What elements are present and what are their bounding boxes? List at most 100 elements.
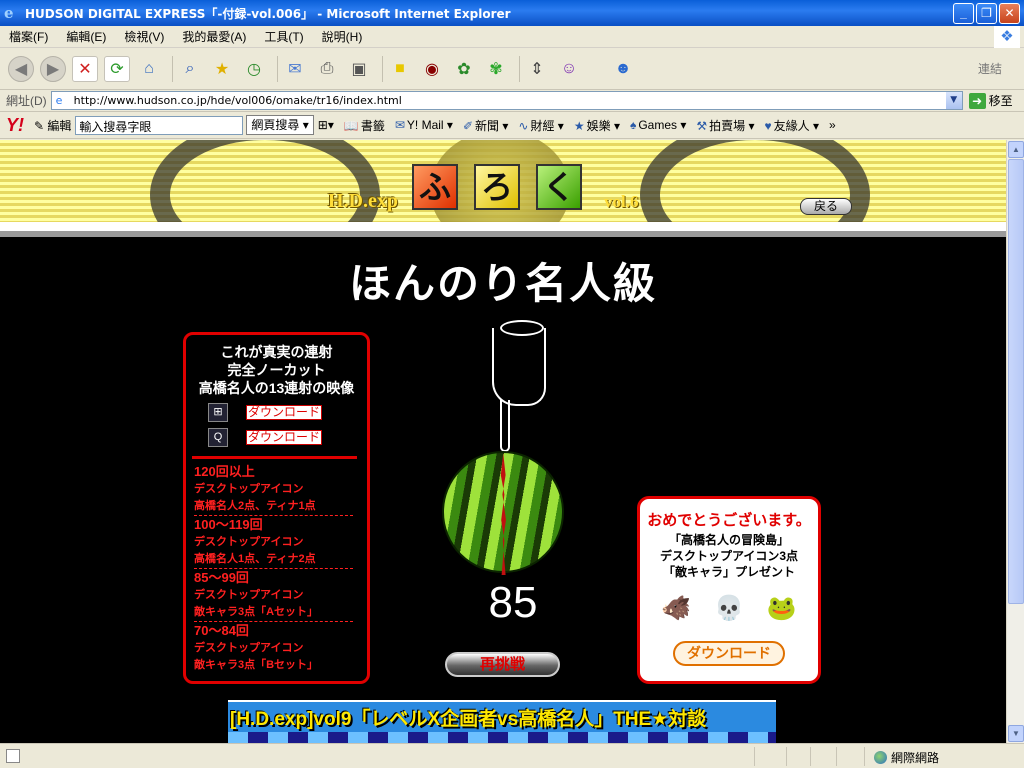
interview-banner[interactable]: [H.D.exp]vol9「レベルX企画者vs高橋名人」THE★対談 [228, 700, 776, 743]
bookmark-icon: 📖 [343, 118, 359, 133]
address-label: 網址(D) [6, 94, 47, 108]
toolbar-separator [172, 55, 173, 82]
yahoo-item-auction[interactable]: ⚒ 拍賣場 ▾ [696, 117, 754, 134]
yahoo-search-input[interactable]: 輸入搜尋字眼 [75, 115, 244, 135]
star-icon: ★ [573, 118, 585, 133]
yahoo-item-entertainment[interactable]: ★ 娛樂 ▾ [574, 117, 620, 134]
tier-detail: 敵キャラ3点「Aセット」 [194, 604, 353, 622]
yahoo-edit-label: 編輯 [47, 118, 72, 133]
mail-icon[interactable]: ✉ [282, 56, 308, 82]
enemy-icons: 🐗 💀 🐸 [650, 594, 808, 623]
close-button[interactable]: ✕ [999, 2, 1020, 24]
furoku-cube-1: ふ [412, 164, 458, 210]
gavel-icon: ⚒ [696, 118, 708, 133]
game-icon[interactable]: ◉ [419, 56, 445, 82]
toolbar-separator [519, 55, 520, 82]
yahoo-highlight-button[interactable]: ⊞▾ [318, 118, 334, 132]
menu-favorites[interactable]: 我的最愛(A) [173, 28, 255, 45]
yahoo-messenger-icon[interactable]: ☺ [556, 56, 582, 82]
download-windows-button[interactable]: ダウンロード [246, 405, 322, 420]
yahoo-item-news[interactable]: ✐ 新聞 ▾ [463, 117, 508, 134]
yahoo-item-label: Y! Mail [406, 118, 444, 132]
status-segment [836, 747, 837, 766]
edit-icon[interactable]: ▣ [346, 56, 372, 82]
yahoo-item-label: 娛樂 [586, 118, 611, 133]
address-bar: 網址(D) e http://www.hudson.co.jp/hde/vol0… [0, 90, 1024, 112]
banner-stripe [228, 732, 776, 743]
tier-detail: 敵キャラ3点「Bセット」 [194, 659, 319, 671]
scroll-thumb[interactable] [1008, 159, 1024, 604]
toolbar-more-button[interactable]: » [829, 118, 836, 132]
pointing-hand-icon [486, 320, 550, 452]
reward-tier: 85〜99回 デスクトップアイコン 敵キャラ3点「Aセット」 [194, 569, 367, 622]
tier-desc: デスクトップアイコン [194, 589, 304, 601]
yahoo-item-mail[interactable]: ✉ Y! Mail ▾ [395, 118, 453, 132]
panel-divider [192, 456, 357, 459]
minimize-button[interactable]: _ [953, 2, 974, 24]
chart-icon: ∿ [518, 118, 529, 133]
back-button-label: 戻る [813, 199, 838, 213]
window-title: HUDSON DIGITAL EXPRESS「-付録-vol.006」 - Mi… [25, 6, 511, 21]
retry-button[interactable]: 再挑戦 [445, 652, 560, 677]
refresh-icon[interactable]: ⟳ [104, 55, 130, 82]
quicktime-icon: Q [208, 428, 228, 447]
yahoo-item-games[interactable]: ♠ Games ▾ [630, 118, 686, 132]
icon-download-button[interactable]: ダウンロード [673, 641, 785, 666]
yahoo-item-label: 財經 [530, 118, 555, 133]
yahoo-item-personals[interactable]: ♥ 友緣人 ▾ [765, 117, 820, 134]
scroll-down-icon[interactable]: ▼ [1008, 725, 1024, 742]
page-icon: e [55, 94, 63, 107]
tier-range: 70〜84回 [194, 623, 249, 638]
yahoo-search-button[interactable]: 網頁搜尋 ▾ [246, 115, 314, 135]
yahoo-edit-button[interactable]: ✎ 編輯 [34, 117, 71, 134]
go-button[interactable]: ➜ 移至 [968, 92, 1013, 109]
menu-tools[interactable]: 工具(T) [255, 28, 312, 45]
mail-icon: ✉ [394, 118, 405, 132]
back-button[interactable]: 戻る [800, 198, 852, 215]
video-heading: これが真実の連射 完全ノーカット 高橋名人の13連射の映像 [186, 343, 367, 397]
address-input[interactable]: e http://www.hudson.co.jp/hde/vol006/oma… [50, 91, 963, 110]
download-quicktime-button[interactable]: ダウンロード [246, 430, 322, 445]
switch-icon[interactable]: ⇕ [524, 56, 550, 82]
back-icon[interactable]: ◀ [8, 55, 34, 82]
search-icon[interactable]: ⌕ [177, 56, 203, 82]
vertical-scrollbar[interactable]: ▲ ▼ [1006, 140, 1024, 743]
scroll-up-icon[interactable]: ▲ [1008, 141, 1024, 158]
hand-palm [492, 328, 546, 406]
print-icon[interactable]: ⎙ [314, 56, 340, 82]
yahoo-item-label: 友緣人 [773, 118, 810, 133]
yahoo-item-bookmarks[interactable]: 📖 書籤 [344, 117, 385, 134]
menu-help[interactable]: 說明(H) [313, 28, 372, 45]
menu-view[interactable]: 檢視(V) [115, 28, 173, 45]
heading-line: 完全ノーカット [227, 362, 326, 378]
tier-range: 120回以上 [194, 464, 255, 479]
menu-file[interactable]: 檔案(F) [0, 28, 57, 45]
hdexp-logo: H.D.exp [328, 190, 398, 212]
download-row-quicktime: Q ダウンロード [208, 428, 367, 447]
yahoo-item-finance[interactable]: ∿ 財經 ▾ [518, 117, 563, 134]
status-bar: 網際網路 [0, 743, 1024, 768]
prize-line: 「高橋名人の冒険島」 [668, 533, 789, 547]
notes-icon[interactable]: ■ [387, 56, 413, 82]
pro-icon[interactable]: ✿ [451, 56, 477, 82]
stop-icon[interactable]: ✕ [72, 55, 98, 82]
interview-banner-text: [H.D.exp]vol9「レベルX企画者vs高橋名人」THE★対談 [230, 709, 707, 730]
menu-edit[interactable]: 編輯(E) [57, 28, 115, 45]
links-label[interactable]: 連結 [978, 60, 1002, 77]
yahoo-logo[interactable]: Y! [6, 115, 24, 136]
forward-icon[interactable]: ▶ [40, 55, 66, 82]
zone-label: 網際網路 [891, 751, 940, 765]
chevron-down-icon[interactable]: ▼ [945, 92, 962, 109]
icq-icon[interactable]: ✾ [483, 56, 509, 82]
heading-line: 高橋名人の13連射の映像 [198, 380, 355, 396]
home-icon[interactable]: ⌂ [136, 56, 162, 82]
watermelon-crack [500, 453, 506, 575]
messenger-icon[interactable]: ☻ [610, 56, 636, 82]
address-url[interactable]: http://www.hudson.co.jp/hde/vol006/omake… [74, 94, 402, 107]
status-segment [754, 747, 755, 766]
maximize-button[interactable]: ❐ [976, 2, 997, 24]
yahoo-item-label: 書籤 [360, 118, 385, 133]
page-content: H.D.exp ふ ろ く vol.6 戻る ほんのり名人級 これが真実の連射 … [0, 140, 1006, 743]
history-icon[interactable]: ◷ [241, 56, 267, 82]
favorites-icon[interactable]: ★ [209, 56, 235, 82]
